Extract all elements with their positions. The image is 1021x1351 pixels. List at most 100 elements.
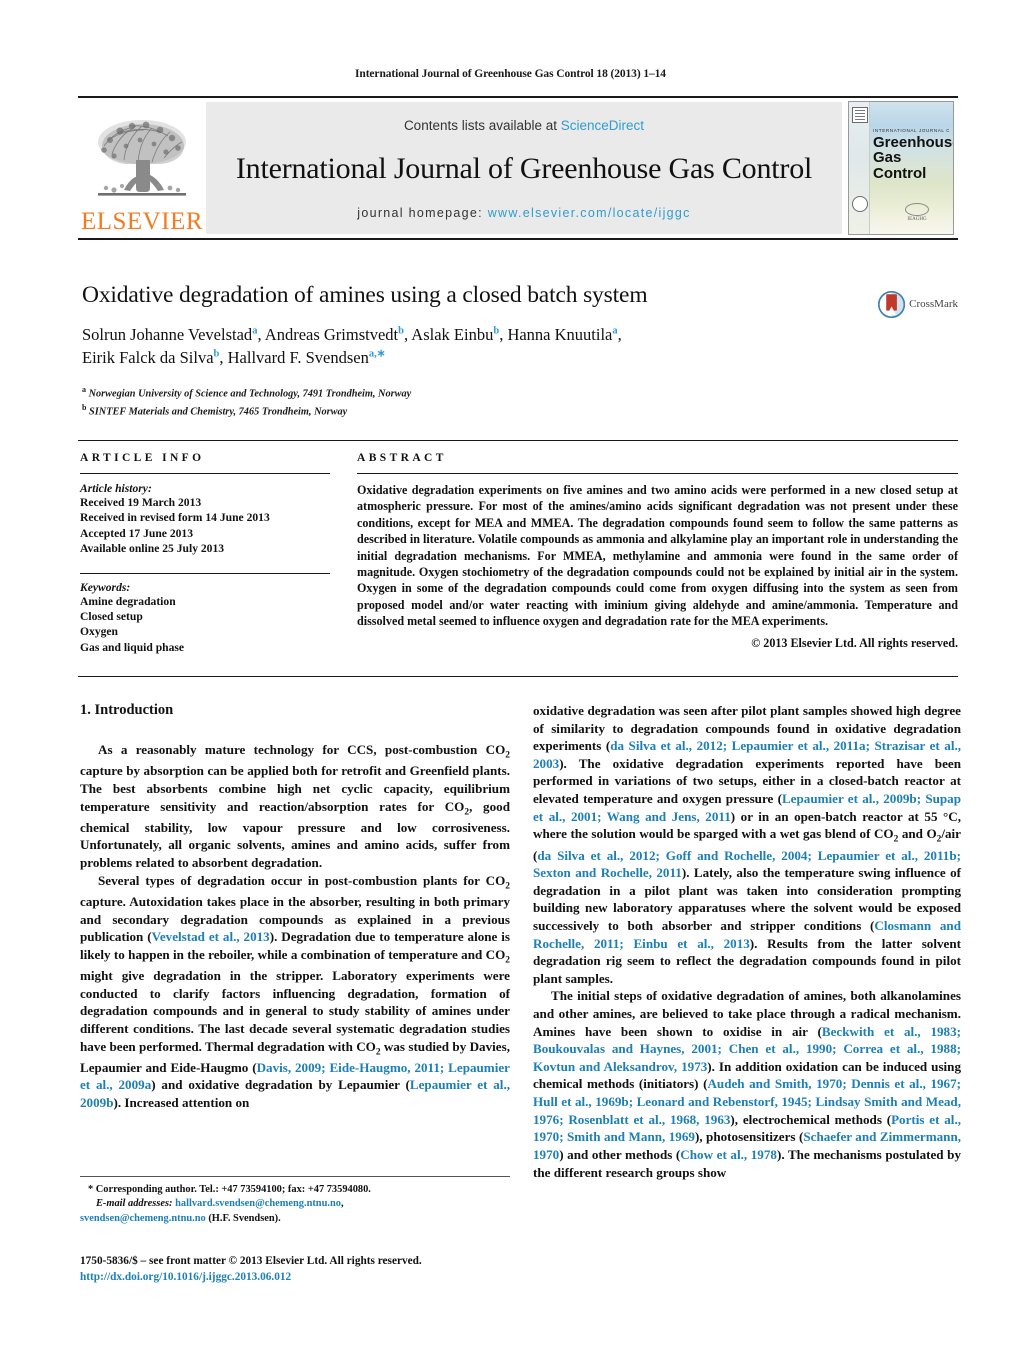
crossmark-icon — [878, 290, 906, 318]
elsevier-tree-icon — [98, 120, 186, 196]
footnote-corresponding-text: Corresponding author. Tel.: +47 73594100… — [93, 1184, 371, 1195]
author-5: Eirik Falck da Silva — [82, 348, 214, 368]
cover-supertitle: INTERNATIONAL JOURNAL OF — [873, 128, 949, 133]
article-info-heading: ARTICLE INFO — [80, 452, 205, 464]
history-item: Received in revised form 14 June 2013 — [80, 511, 270, 525]
footnote-email-label: E-mail addresses: — [96, 1198, 173, 1210]
author-6: , Hallvard F. Svendsen — [219, 348, 369, 368]
affiliation-b-text: SINTEF Materials and Chemistry, 7465 Tro… — [89, 406, 348, 418]
paragraph: The initial steps of oxidative degradati… — [533, 987, 961, 1181]
footnote-corresponding-line: * Corresponding author. Tel.: +47 735941… — [80, 1183, 510, 1197]
keyword-item: Amine degradation — [80, 594, 176, 608]
article-page: International Journal of Greenhouse Gas … — [0, 0, 1021, 1351]
history-item: Received 19 March 2013 — [80, 496, 202, 509]
text-run: ), electrochemical methods ( — [730, 1111, 892, 1127]
divider-above-abstract — [78, 440, 958, 441]
journal-homepage-link[interactable]: www.elsevier.com/locate/ijggc — [488, 206, 691, 220]
footnote-email-owner: (H.F. Svendsen). — [205, 1212, 281, 1224]
paragraph: oxidative degradation was seen after pil… — [533, 702, 961, 987]
footnote-email-line-2: svendsen@chemeng.ntnu.no (H.F. Svendsen)… — [80, 1212, 510, 1226]
text-run: ), photosensitizers ( — [694, 1129, 804, 1145]
elsevier-logo: ELSEVIER — [78, 98, 206, 238]
author-2: , Andreas Grimstvedt — [257, 325, 399, 344]
cover-society-mark-icon — [852, 196, 868, 212]
email-link-secondary[interactable]: svendsen@chemeng.ntnu.no — [80, 1213, 206, 1224]
journal-band: Contents lists available at ScienceDirec… — [206, 102, 842, 234]
title-block: Oxidative degradation of amines using a … — [82, 282, 872, 421]
sciencedirect-link[interactable]: ScienceDirect — [561, 118, 644, 133]
citation-link[interactable]: Chow et al., 1978 — [680, 1147, 777, 1162]
cover-foot-text: IEAGHG — [907, 216, 927, 222]
body-column-left: 1. Introduction As a reasonably mature t… — [80, 702, 510, 1112]
keyword-item: Oxygen — [80, 625, 119, 639]
journal-title: International Journal of Greenhouse Gas … — [235, 152, 813, 185]
cover-title-line2: Gas Control — [873, 149, 927, 182]
affiliation-b-mark: b — [82, 403, 87, 413]
article-info-block: ARTICLE INFO Article history: Received 1… — [80, 452, 330, 655]
author-6-affil-mark: a, — [368, 348, 377, 360]
text-run: ) and oxidative degradation by Lepaumier… — [151, 1077, 410, 1093]
text-run: As a reasonably mature technology for CC… — [98, 742, 506, 757]
cover-title: Greenhouse Gas Control — [873, 134, 954, 182]
contents-prefix: Contents lists available at — [403, 118, 561, 133]
journal-homepage-line: journal homepage: www.elsevier.com/locat… — [357, 206, 690, 220]
elsevier-wordmark: ELSEVIER — [80, 208, 204, 235]
history-item: Accepted 17 June 2013 — [80, 526, 194, 540]
subscript: 2 — [505, 955, 510, 966]
keywords-block: Keywords: Amine degradation Closed setup… — [80, 572, 330, 656]
homepage-prefix: journal homepage: — [357, 206, 483, 220]
affiliation-a-mark: a — [82, 384, 86, 394]
citation-link[interactable]: Vevelstad et al., 2013 — [152, 929, 270, 944]
author-line-1-sep: , — [617, 325, 622, 344]
subscript: 2 — [505, 881, 510, 892]
text-run: Several types of degradation occur in po… — [98, 872, 506, 888]
affiliation-b: b SINTEF Materials and Chemistry, 7465 T… — [82, 402, 872, 420]
cover-ring-icon — [905, 202, 929, 216]
text-run: ) and other methods ( — [559, 1146, 681, 1162]
email-link-primary[interactable]: hallvard.svendsen@chemeng.ntnu.no — [175, 1198, 341, 1209]
doi-link[interactable]: http://dx.doi.org/10.1016/j.ijggc.2013.0… — [80, 1269, 520, 1285]
section-heading-introduction: 1. Introduction — [80, 702, 174, 718]
contents-available-line: Contents lists available at ScienceDirec… — [404, 118, 644, 133]
history-item: Available online 25 July 2013 — [80, 542, 225, 556]
article-info-rule — [80, 473, 330, 474]
abstract-copyright: © 2013 Elsevier Ltd. All rights reserved… — [751, 636, 958, 651]
affiliation-a-text: Norwegian University of Science and Tech… — [88, 388, 412, 400]
cover-title-line1: Greenhouse — [873, 134, 954, 151]
text-run: capture by absorption can be applied bot… — [80, 763, 510, 814]
running-head: International Journal of Greenhouse Gas … — [355, 68, 666, 80]
cover-foot-logo: IEAGHG — [889, 202, 945, 223]
corresponding-author-footnote: * Corresponding author. Tel.: +47 735941… — [80, 1176, 510, 1226]
author-4: , Hanna Knuutila — [499, 325, 613, 344]
page-title: Oxidative degradation of amines using a … — [82, 282, 648, 308]
abstract-heading: ABSTRACT — [357, 452, 447, 464]
journal-cover-thumbnail: INTERNATIONAL JOURNAL OF Greenhouse Gas … — [848, 101, 954, 235]
author-1: Solrun Johanne Vevelstad — [82, 325, 253, 344]
abstract-text: Oxidative degradation experiments on fiv… — [357, 483, 958, 628]
divider-below-abstract — [78, 676, 958, 677]
footnote-email-line: E-mail addresses: hallvard.svendsen@chem… — [96, 1198, 344, 1210]
affiliation-a: a Norwegian University of Science and Te… — [82, 384, 872, 402]
body-column-right: oxidative degradation was seen after pil… — [533, 702, 961, 1181]
issn-copyright-line: 1750-5836/$ – see front matter © 2013 El… — [80, 1255, 422, 1267]
abstract-block: ABSTRACT Oxidative degradation experimen… — [357, 452, 958, 651]
crossmark-badge[interactable]: CrossMark — [878, 287, 958, 321]
paragraph: As a reasonably mature technology for CC… — [80, 741, 510, 872]
front-matter-block: 1750-5836/$ – see front matter © 2013 El… — [80, 1253, 520, 1286]
subscript: 2 — [505, 750, 510, 761]
paragraph: Several types of degradation occur in po… — [80, 872, 510, 1112]
article-history-label: Article history: — [80, 482, 152, 495]
keyword-item: Closed setup — [80, 610, 143, 624]
author-3: , Aslak Einbu — [403, 325, 494, 344]
keywords-rule — [80, 572, 330, 574]
author-list: Solrun Johanne Vevelstada, Andreas Grims… — [82, 323, 872, 370]
journal-masthead: ELSEVIER Contents lists available at Sci… — [78, 96, 958, 240]
text-run: and O — [898, 826, 937, 842]
cover-elsevier-mark-icon — [852, 107, 868, 123]
affiliations: a Norwegian University of Science and Te… — [82, 384, 872, 421]
crossmark-label: CrossMark — [909, 298, 958, 310]
corresponding-author-mark: ∗ — [376, 348, 386, 360]
abstract-rule — [357, 473, 958, 474]
keywords-label: Keywords: — [80, 580, 131, 594]
keyword-item: Gas and liquid phase — [80, 640, 185, 654]
